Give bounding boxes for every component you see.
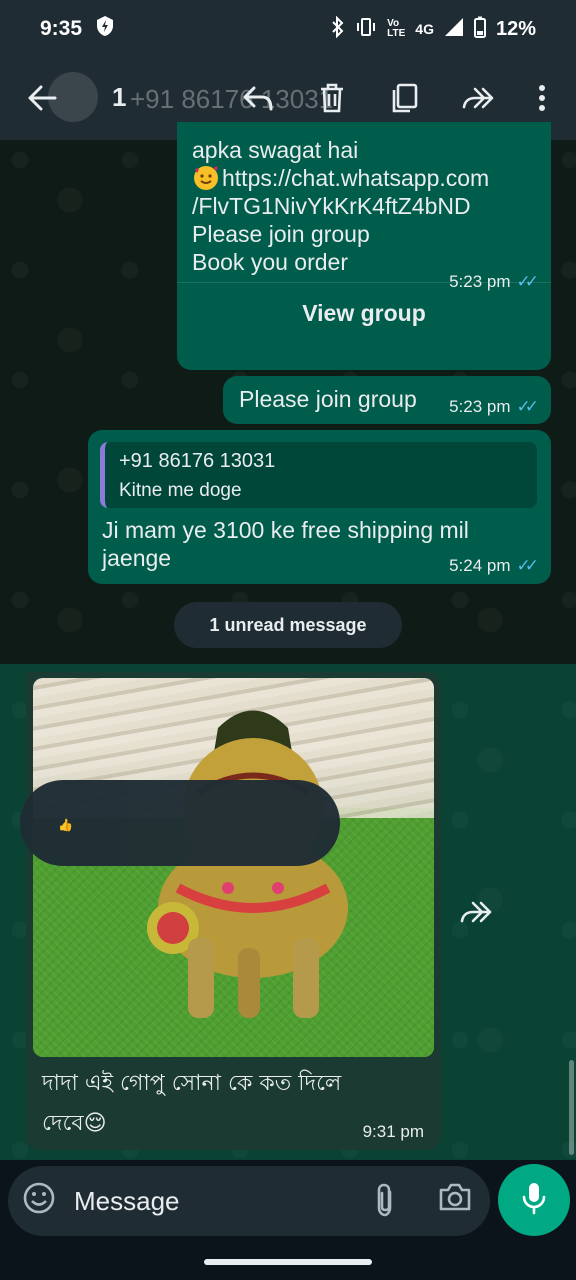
read-ticks-icon: ✓✓ — [516, 397, 539, 416]
message-input[interactable] — [74, 1176, 364, 1226]
message-composer — [8, 1166, 490, 1236]
scrollbar[interactable] — [569, 1060, 574, 1155]
status-time: 9:35 — [40, 17, 83, 40]
signal-icon — [444, 17, 464, 42]
back-arrow-icon[interactable] — [22, 78, 62, 118]
more-options-icon[interactable] — [522, 78, 562, 118]
read-ticks-icon: ✓✓ — [516, 556, 539, 575]
message-meta: 5:23 pm ✓✓ — [449, 397, 539, 417]
message-time: 5:24 pm — [449, 556, 511, 575]
network-type: 4G — [415, 21, 434, 37]
message-time: 9:31 pm — [362, 1122, 424, 1141]
vibrate-icon — [355, 17, 377, 42]
group-link-url[interactable]: https://chat.whatsapp.com — [222, 165, 489, 191]
smiling-hearts-emoji-icon — [192, 164, 222, 192]
message-meta: 5:24 pm ✓✓ — [449, 556, 539, 576]
status-bar: 9:35 Vo LTE 4G 12% — [0, 0, 576, 58]
attach-icon[interactable] — [374, 1182, 410, 1222]
message-line: apka swagat hai — [192, 137, 359, 163]
quoted-sender: +91 86176 13031 — [119, 450, 276, 472]
message-line: Please join group — [192, 221, 370, 247]
join-group-message[interactable]: Please join group 5:23 pm ✓✓ — [223, 376, 551, 424]
message-text: Please join group — [239, 386, 417, 412]
forward-icon[interactable] — [458, 78, 498, 118]
message-line: Ji mam ye 3100 ke free shipping mil — [102, 517, 469, 543]
thumbs-up-emoji-icon: 👍 — [58, 818, 73, 832]
mic-button[interactable] — [498, 1164, 570, 1236]
caption-line: দাদা এই গোপু সোনা কে কত দিলে — [42, 1071, 342, 1096]
message-link-line[interactable]: https://chat.whatsapp.com — [192, 164, 542, 192]
vpn-icon — [96, 15, 114, 43]
quoted-text: Kitne me doge — [119, 480, 242, 501]
unread-messages-divider: 1 unread message — [174, 602, 402, 648]
forward-message-button[interactable] — [452, 888, 500, 936]
status-right: Vo LTE 4G 12% — [331, 15, 536, 43]
gesture-navigation-bar[interactable] — [204, 1259, 372, 1265]
delete-icon[interactable] — [312, 78, 352, 118]
selected-count: 1 — [112, 82, 127, 112]
emoji-icon[interactable] — [22, 1181, 62, 1221]
view-group-button[interactable]: View group — [177, 282, 551, 342]
message-body: apka swagat hai https://chat.whatsapp.co… — [192, 136, 542, 276]
camera-icon[interactable] — [438, 1182, 478, 1222]
copy-icon[interactable] — [384, 78, 424, 118]
battery-percent: 12% — [495, 17, 536, 40]
reply-icon[interactable] — [238, 78, 278, 118]
message-photo[interactable] — [33, 678, 434, 1057]
contact-name-ghost: +91 86176 13031 — [130, 84, 334, 114]
bluetooth-icon — [331, 15, 345, 43]
group-link-code[interactable]: /FlvTG1NivYkKrK4ftZ4bND — [192, 192, 542, 220]
overlay-toast: 👍 — [20, 780, 340, 866]
reply-message[interactable]: +91 86176 13031 Kitne me doge Ji mam ye … — [88, 430, 551, 584]
mic-icon — [521, 1181, 547, 1220]
quoted-message[interactable]: +91 86176 13031 Kitne me doge — [100, 442, 537, 508]
group-invite-message[interactable]: apka swagat hai https://chat.whatsapp.co… — [177, 122, 551, 370]
message-meta: 9:31 pm — [363, 1122, 424, 1142]
battery-icon — [473, 16, 486, 43]
message-time: 5:23 pm — [449, 397, 511, 416]
volte-icon: Vo LTE — [387, 18, 406, 39]
